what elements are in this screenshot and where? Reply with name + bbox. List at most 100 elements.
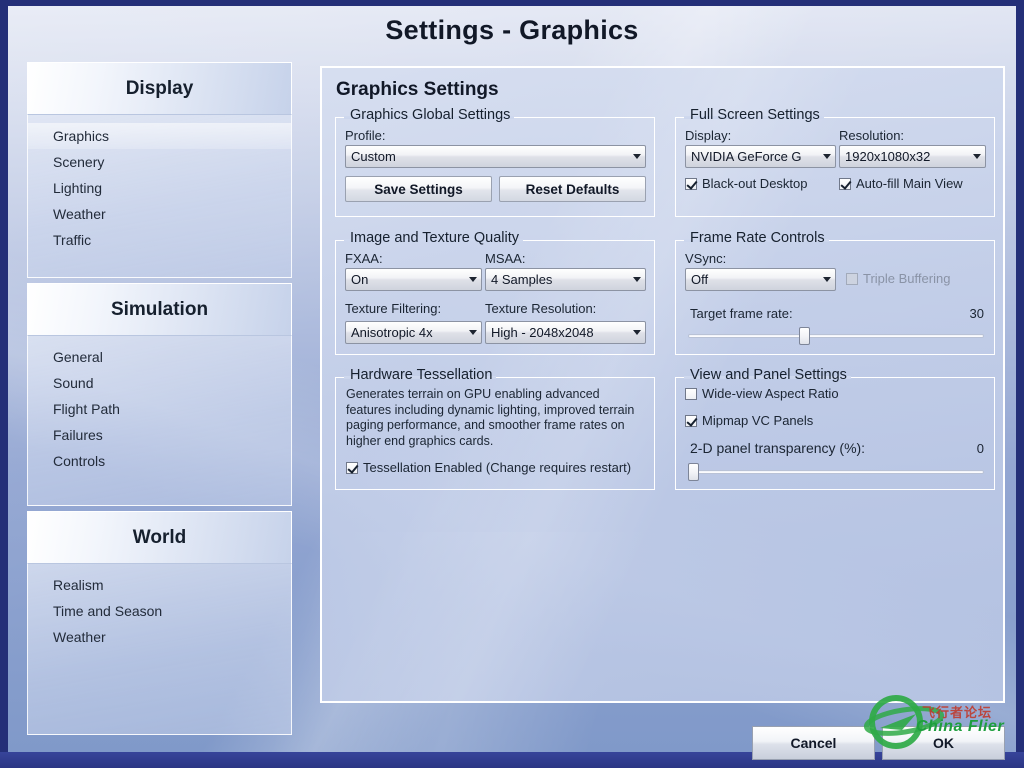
- fxaa-combobox[interactable]: On: [345, 268, 482, 291]
- title-bar: Settings - Graphics: [8, 6, 1016, 54]
- profile-label: Profile:: [345, 128, 386, 143]
- fs-resolution-value: 1920x1080x32: [845, 149, 931, 164]
- wide-view-aspect-ratio-label: Wide-view Aspect Ratio: [702, 386, 839, 401]
- sidebar-item-realism[interactable]: Realism: [28, 572, 291, 598]
- page-title: Settings - Graphics: [385, 14, 639, 45]
- panel-transparency-label: 2-D panel transparency (%):: [690, 440, 866, 456]
- sidebar-group-world: World Realism Time and Season Weather: [27, 511, 292, 735]
- display-label: Display:: [685, 128, 732, 143]
- display-combobox[interactable]: NVIDIA GeForce G: [685, 145, 836, 168]
- profile-combobox[interactable]: Custom: [345, 145, 646, 168]
- slider-thumb[interactable]: [688, 463, 699, 481]
- msaa-combobox[interactable]: 4 Samples: [485, 268, 646, 291]
- group-view-panel-settings: View and Panel Settings Wide-view Aspect…: [675, 367, 995, 490]
- triple-buffering-label: Triple Buffering: [863, 271, 951, 286]
- group-legend-graphics-global: Graphics Global Settings: [350, 107, 511, 123]
- vsync-value: Off: [691, 272, 709, 287]
- texture-resolution-label: Texture Resolution:: [485, 301, 597, 316]
- sidebar-group-header-simulation: Simulation: [27, 283, 292, 336]
- sidebar-item-flight-path[interactable]: Flight Path: [28, 396, 291, 422]
- panel-transparency-slider[interactable]: [688, 463, 984, 481]
- msaa-label: MSAA:: [485, 251, 526, 266]
- msaa-value: 4 Samples: [491, 272, 553, 287]
- checkbox-box: [685, 414, 697, 427]
- tessellation-enabled-label: Tessellation Enabled (Change requires re…: [363, 460, 632, 475]
- chevron-down-icon: [628, 330, 645, 335]
- profile-value: Custom: [351, 149, 396, 164]
- sidebar-list-display: Graphics Scenery Lighting Weather Traffi…: [27, 115, 292, 278]
- texture-filtering-value: Anisotropic 4x: [351, 325, 433, 340]
- panel-transparency-value: 0: [976, 441, 984, 456]
- sidebar-item-traffic[interactable]: Traffic: [28, 227, 291, 253]
- sidebar-item-time-and-season[interactable]: Time and Season: [28, 598, 291, 624]
- chevron-down-icon: [968, 154, 985, 159]
- group-legend-image-texture: Image and Texture Quality: [350, 230, 519, 246]
- group-legend-frame-rate: Frame Rate Controls: [690, 230, 825, 246]
- sidebar-item-controls[interactable]: Controls: [28, 448, 291, 474]
- chevron-down-icon: [818, 154, 835, 159]
- slider-track: [688, 470, 984, 474]
- fxaa-value: On: [351, 272, 369, 287]
- target-frame-rate-slider[interactable]: [688, 327, 984, 345]
- chevron-down-icon: [464, 277, 481, 282]
- checkbox-box: [346, 461, 358, 474]
- blackout-desktop-label: Black-out Desktop: [702, 176, 808, 191]
- group-full-screen-settings: Full Screen Settings Display: Resolution…: [675, 107, 995, 217]
- display-value: NVIDIA GeForce G: [691, 149, 802, 164]
- vsync-combobox[interactable]: Off: [685, 268, 836, 291]
- sidebar-group-display: Display Graphics Scenery Lighting Weathe…: [27, 62, 292, 278]
- fs-resolution-combobox[interactable]: 1920x1080x32: [839, 145, 986, 168]
- sidebar-item-general[interactable]: General: [28, 344, 291, 370]
- group-image-texture-quality: Image and Texture Quality FXAA: MSAA: On…: [335, 230, 655, 355]
- blackout-desktop-checkbox[interactable]: Black-out Desktop: [685, 176, 808, 191]
- texture-filtering-combobox[interactable]: Anisotropic 4x: [345, 321, 482, 344]
- sidebar-item-world-weather[interactable]: Weather: [28, 624, 291, 650]
- mipmap-vc-panels-checkbox[interactable]: Mipmap VC Panels: [685, 413, 813, 428]
- checkbox-box: [839, 177, 851, 190]
- ok-button[interactable]: OK: [882, 726, 1005, 760]
- sidebar-group-header-display: Display: [27, 62, 292, 115]
- chevron-down-icon: [464, 330, 481, 335]
- desktop-background: Settings - Graphics Display Graphics Sce…: [0, 0, 1024, 768]
- tessellation-description: Generates terrain on GPU enabling advanc…: [346, 387, 635, 448]
- triple-buffering-checkbox[interactable]: Triple Buffering: [846, 271, 950, 286]
- reset-defaults-button[interactable]: Reset Defaults: [499, 176, 646, 202]
- sidebar-item-failures[interactable]: Failures: [28, 422, 291, 448]
- panel-heading: Graphics Settings: [336, 79, 499, 100]
- chevron-down-icon: [628, 277, 645, 282]
- sidebar-list-simulation: General Sound Flight Path Failures Contr…: [27, 336, 292, 506]
- graphics-settings-panel: Graphics Settings Graphics Global Settin…: [320, 66, 1005, 703]
- mipmap-vc-panels-label: Mipmap VC Panels: [702, 413, 814, 428]
- sidebar-item-sound[interactable]: Sound: [28, 370, 291, 396]
- checkbox-box: [685, 387, 697, 400]
- target-frame-rate-label: Target frame rate:: [690, 306, 793, 321]
- slider-track: [688, 334, 984, 338]
- sidebar-group-header-world: World: [27, 511, 292, 564]
- tessellation-enabled-checkbox[interactable]: Tessellation Enabled (Change requires re…: [346, 460, 631, 475]
- sidebar-item-lighting[interactable]: Lighting: [28, 175, 291, 201]
- fxaa-label: FXAA:: [345, 251, 383, 266]
- slider-thumb[interactable]: [799, 327, 810, 345]
- sidebar: Display Graphics Scenery Lighting Weathe…: [27, 62, 292, 740]
- target-frame-rate-value: 30: [969, 306, 984, 321]
- sidebar-list-world: Realism Time and Season Weather: [27, 564, 292, 735]
- autofill-main-view-checkbox[interactable]: Auto-fill Main View: [839, 176, 963, 191]
- group-legend-full-screen: Full Screen Settings: [690, 107, 820, 123]
- checkbox-box: [846, 272, 858, 285]
- checkbox-box: [685, 177, 697, 190]
- sidebar-item-graphics[interactable]: Graphics: [28, 123, 291, 149]
- group-frame-rate-controls: Frame Rate Controls VSync: Off Triple Bu…: [675, 230, 995, 355]
- wide-view-aspect-ratio-checkbox[interactable]: Wide-view Aspect Ratio: [685, 386, 839, 401]
- sidebar-group-simulation: Simulation General Sound Flight Path Fai…: [27, 283, 292, 506]
- group-graphics-global-settings: Graphics Global Settings Profile: Custom…: [335, 107, 655, 217]
- save-settings-button[interactable]: Save Settings: [345, 176, 492, 202]
- group-legend-view-panel: View and Panel Settings: [690, 367, 847, 383]
- autofill-main-view-label: Auto-fill Main View: [856, 176, 963, 191]
- cancel-button[interactable]: Cancel: [752, 726, 875, 760]
- sidebar-item-weather[interactable]: Weather: [28, 201, 291, 227]
- texture-resolution-combobox[interactable]: High - 2048x2048: [485, 321, 646, 344]
- sidebar-item-scenery[interactable]: Scenery: [28, 149, 291, 175]
- fs-resolution-label: Resolution:: [839, 128, 905, 143]
- vsync-label: VSync:: [685, 251, 727, 266]
- chevron-down-icon: [628, 154, 645, 159]
